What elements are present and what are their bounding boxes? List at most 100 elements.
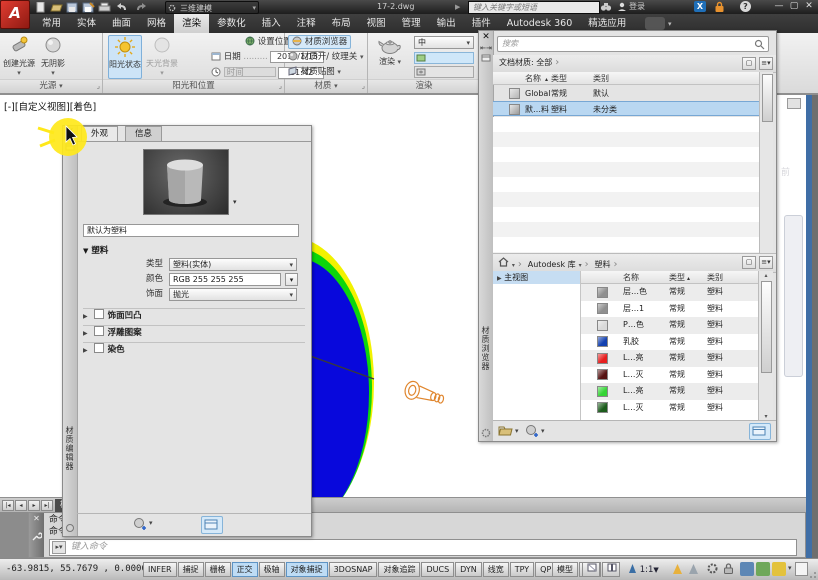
prev-tab-icon[interactable]: ◂	[15, 500, 27, 511]
annotation-visibility-icon[interactable]	[672, 563, 683, 575]
exchange-apps-icon[interactable]: X	[694, 1, 706, 12]
section-checkbox[interactable]	[94, 326, 104, 336]
command-grip[interactable]: ✕	[29, 513, 44, 557]
resize-grip[interactable]	[809, 571, 817, 579]
library-material-row[interactable]: L…灭常规塑料	[581, 367, 758, 384]
navigation-bar[interactable]	[784, 215, 803, 377]
panel-lights-label[interactable]: 光源 ▾⌟	[0, 79, 102, 93]
toggle-INFER[interactable]: INFER	[143, 562, 177, 577]
library-material-row[interactable]: P…色常规塑料	[581, 317, 758, 334]
clean-screen-button[interactable]	[795, 562, 808, 576]
toggle-对象追踪[interactable]: 对象追踪	[378, 562, 420, 577]
material-name-field[interactable]: 默认为塑料	[83, 224, 299, 237]
toggle-TPY[interactable]: TPY	[510, 562, 534, 577]
last-tab-icon[interactable]: ▸|	[41, 500, 53, 511]
doc-material-row[interactable]: Global常规默认	[493, 86, 759, 101]
manage-library-caret[interactable]: ▾	[515, 427, 519, 435]
display-options-button[interactable]: ▢	[742, 57, 756, 70]
render-environment-toggle[interactable]	[414, 52, 474, 64]
material-mapping-button[interactable]: 材质贴图 ▾	[288, 66, 341, 78]
ribbon-tab-视图[interactable]: 视图	[359, 14, 394, 33]
help-search-input[interactable]: 键入关键字或短语	[468, 1, 600, 14]
create-material-icon[interactable]	[133, 517, 147, 531]
create-material-caret[interactable]: ▾	[149, 519, 153, 527]
open-file-icon[interactable]	[50, 2, 63, 13]
application-menu-button[interactable]: A	[0, 0, 30, 29]
ribbon-tab-注释[interactable]: 注释	[289, 14, 324, 33]
render-quality-select[interactable]: 中▾	[414, 36, 474, 49]
palette-bottom-icon[interactable]	[481, 428, 491, 438]
section-checkbox[interactable]	[94, 309, 104, 319]
tabbar-caret-icon[interactable]: ▾	[668, 20, 672, 28]
undo-icon[interactable]	[116, 2, 129, 13]
viewcube-hint[interactable]: 前	[781, 165, 790, 178]
palette-bottom-icon[interactable]	[65, 523, 75, 533]
viewport-restore-icon[interactable]	[787, 98, 801, 109]
lock-trial-icon[interactable]	[714, 1, 725, 13]
command-input[interactable]: ▸▾ 键入命令	[49, 539, 797, 556]
lib-scrollbar[interactable]: ▴ ▾	[758, 271, 773, 421]
palette-close-icon[interactable]: ✕	[479, 31, 493, 44]
open-browser-toggle[interactable]	[201, 516, 223, 534]
lock-ui-icon[interactable]	[723, 562, 734, 575]
material-editor-titlebar[interactable]: ✕ 材质编辑器	[63, 126, 78, 536]
no-shadow-button[interactable]: 无阴影▾	[37, 35, 69, 79]
ribbon-tab-输出[interactable]: 输出	[429, 14, 464, 33]
palette-properties-icon[interactable]	[481, 54, 491, 62]
view-type-button[interactable]: ≡▾	[759, 256, 773, 269]
redo-icon[interactable]	[134, 2, 147, 13]
render-button[interactable]: 渲染 ▾	[372, 35, 408, 79]
library-material-row[interactable]: 层…色常规塑料	[581, 284, 758, 301]
create-material-icon[interactable]	[525, 424, 539, 438]
next-tab-icon[interactable]: ▸	[28, 500, 40, 511]
view-type-button[interactable]: ≡▾	[759, 57, 773, 70]
library-material-row[interactable]: 层…1常规塑料	[581, 301, 758, 318]
ribbon-tab-布局[interactable]: 布局	[324, 14, 359, 33]
doc-table-header[interactable]: 名称▴ 类型 类别	[493, 72, 759, 85]
toggle-正交[interactable]: 正交	[232, 562, 258, 577]
tree-item-home-view[interactable]: ▶ 主视图	[493, 271, 580, 284]
window-minimize-button[interactable]: —	[772, 0, 786, 13]
home-caret[interactable]: ▾	[512, 262, 515, 269]
create-material-caret[interactable]: ▾	[541, 427, 545, 435]
material-browser-button[interactable]: 材质浏览器	[288, 35, 351, 49]
type-select[interactable]: 塑料(实体)▾	[169, 258, 297, 271]
finish-select[interactable]: 抛光▾	[169, 288, 297, 301]
sky-background-button[interactable]: 天光背景▾	[145, 35, 179, 79]
doc-scrollbar-thumb[interactable]	[762, 74, 773, 122]
doc-scrollbar[interactable]	[759, 72, 773, 253]
plastic-section-header[interactable]: ▼ 塑料	[83, 244, 108, 256]
toggle-3DOSNAP[interactable]: 3DOSNAP	[329, 562, 378, 577]
new-file-icon[interactable]	[34, 2, 47, 13]
command-close-icon[interactable]: ✕	[29, 513, 44, 525]
screencast-icon[interactable]	[645, 17, 665, 30]
expand-icon[interactable]: ▶	[83, 347, 88, 354]
preview-options-caret[interactable]: ▾	[233, 198, 237, 206]
ribbon-tab-实体[interactable]: 实体	[69, 14, 104, 33]
toggle-线宽[interactable]: 线宽	[483, 562, 509, 577]
material-preview[interactable]	[143, 149, 229, 215]
render-window-option[interactable]	[414, 66, 474, 78]
toggle-栅格[interactable]: 栅格	[205, 562, 231, 577]
toggle-DYN[interactable]: DYN	[455, 562, 482, 577]
ribbon-tab-网格[interactable]: 网格	[139, 14, 174, 33]
first-tab-icon[interactable]: |◂	[2, 500, 14, 511]
expand-icon[interactable]: ▶	[83, 330, 88, 337]
tray-bulb-icon[interactable]	[772, 562, 786, 576]
manage-library-icon[interactable]	[498, 425, 513, 437]
ribbon-tab-插入[interactable]: 插入	[254, 14, 289, 33]
materials-textures-toggle[interactable]: 材质开/ 纹理关 ▾	[288, 51, 364, 63]
help-icon[interactable]: ?	[740, 1, 751, 12]
library-material-row[interactable]: L…灭常规塑料	[581, 400, 758, 417]
save-as-icon[interactable]	[82, 2, 95, 13]
ribbon-tab-曲面[interactable]: 曲面	[104, 14, 139, 33]
palette-autohide-icon[interactable]: ⇤⇥	[479, 44, 493, 52]
sign-in-button[interactable]: 登录	[629, 0, 645, 14]
library-material-row[interactable]: L…亮常规塑料	[581, 383, 758, 400]
workspace-switcher[interactable]: 三维建模 ▾	[165, 1, 259, 14]
toggle-捕捉[interactable]: 捕捉	[178, 562, 204, 577]
annotation-scale-button[interactable]: 1:1▼	[628, 563, 659, 575]
color-field[interactable]: RGB 255 255 255	[169, 273, 281, 286]
doc-material-row[interactable]: 默…料塑料未分类	[493, 101, 759, 116]
lib-scrollbar-thumb[interactable]	[761, 281, 772, 373]
